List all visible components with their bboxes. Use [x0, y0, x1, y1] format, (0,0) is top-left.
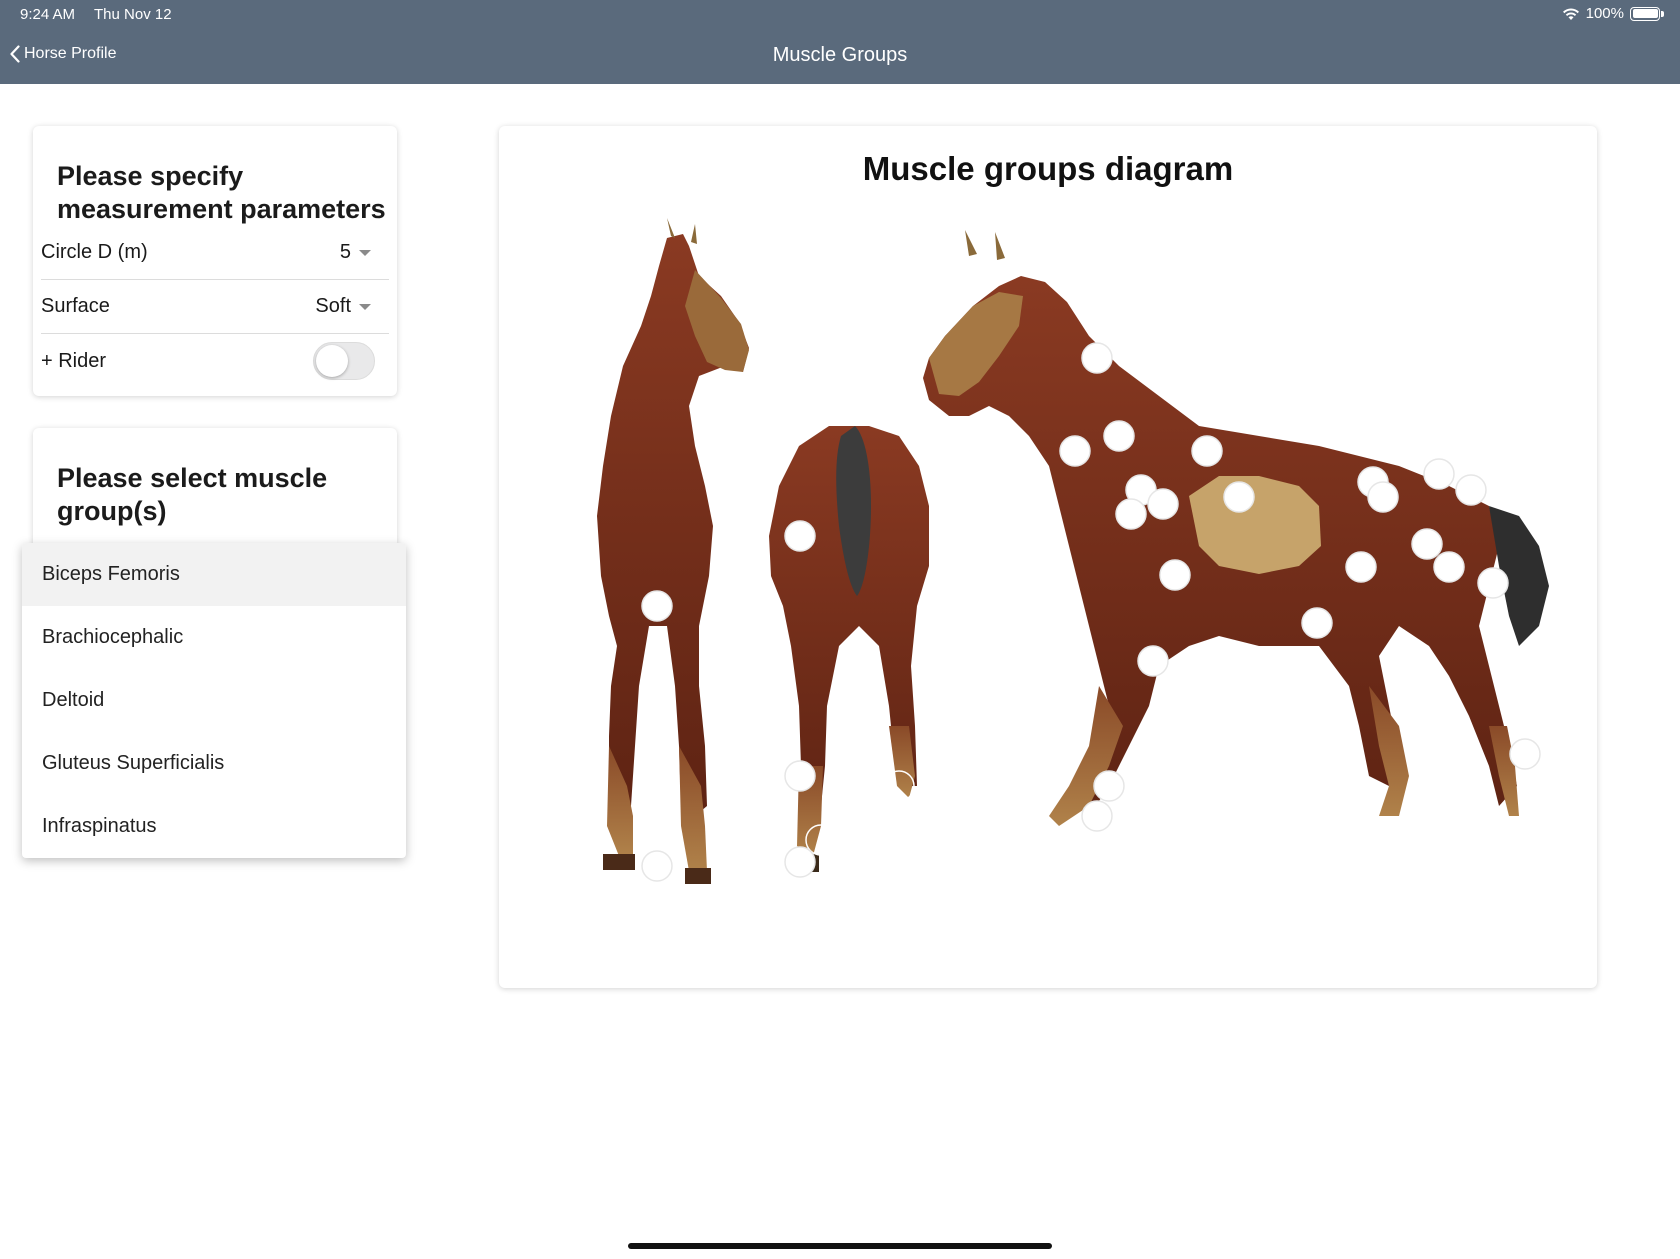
front-view-horse — [597, 218, 749, 884]
measurement-point[interactable] — [1159, 559, 1191, 591]
rider-toggle[interactable] — [313, 342, 375, 380]
measurement-point[interactable] — [784, 760, 816, 792]
circle-diameter-row[interactable]: Circle D (m) 5 — [41, 226, 389, 280]
menu-item-infraspinatus[interactable]: Infraspinatus — [22, 795, 406, 858]
rider-label: + Rider — [41, 349, 107, 372]
toggle-knob — [316, 345, 348, 377]
surface-value: Soft — [315, 295, 351, 317]
menu-item-deltoid[interactable]: Deltoid — [22, 669, 406, 732]
horse-anatomy-image — [597, 218, 1549, 884]
measurement-point[interactable] — [1477, 567, 1509, 599]
menu-item-brachiocephalic[interactable]: Brachiocephalic — [22, 606, 406, 669]
measurement-point[interactable] — [1093, 770, 1125, 802]
circle-diameter-value: 5 — [339, 241, 351, 263]
measurement-point[interactable] — [1115, 498, 1147, 530]
menu-item-gluteus-superficialis[interactable]: Gluteus Superficialis — [22, 732, 406, 795]
muscle-group-menu: Biceps Femoris Brachiocephalic Deltoid G… — [22, 543, 406, 858]
home-indicator — [628, 1243, 1052, 1249]
measurement-point[interactable] — [1059, 435, 1091, 467]
wifi-icon — [1562, 7, 1579, 20]
measurement-point[interactable] — [1345, 551, 1377, 583]
measurement-point[interactable] — [1103, 420, 1135, 452]
rider-row: + Rider — [41, 334, 389, 388]
menu-item-biceps-femoris[interactable]: Biceps Femoris — [22, 543, 406, 606]
measurement-point[interactable] — [1081, 342, 1113, 374]
measurement-point[interactable] — [784, 846, 816, 878]
measurement-point[interactable] — [1081, 800, 1113, 832]
measurement-parameters-card-body: Circle D (m) 5 Surface Soft + Rider — [33, 126, 397, 396]
status-date: Thu Nov 12 — [94, 6, 172, 23]
measurement-point[interactable] — [1455, 474, 1487, 506]
measurement-point[interactable] — [1411, 528, 1443, 560]
measurement-point[interactable] — [839, 776, 871, 808]
measurement-point[interactable] — [641, 590, 673, 622]
measurement-point[interactable] — [784, 520, 816, 552]
measurement-point[interactable] — [1191, 435, 1223, 467]
circle-diameter-label: Circle D (m) — [41, 241, 148, 263]
diagram-title: Muscle groups diagram — [862, 150, 1234, 187]
measurement-point[interactable] — [1301, 607, 1333, 639]
measurement-point[interactable] — [1509, 738, 1541, 770]
surface-row[interactable]: Surface Soft — [41, 280, 389, 334]
dropdown-arrow-icon — [359, 249, 371, 256]
measurement-point[interactable] — [1423, 458, 1455, 490]
battery-percent: 100% — [1585, 5, 1624, 22]
measurement-point[interactable] — [761, 824, 793, 856]
measurement-point[interactable] — [1367, 481, 1399, 513]
battery-icon — [1630, 6, 1664, 21]
surface-label: Surface — [41, 295, 110, 317]
measurement-point[interactable] — [1433, 551, 1465, 583]
page-title: Muscle Groups — [772, 44, 908, 66]
side-view-horse — [923, 230, 1549, 826]
measurement-point[interactable] — [1137, 645, 1169, 677]
muscle-group-card: Please select muscle group(s) — [33, 428, 397, 548]
muscle-group-heading: Please select muscle group(s) — [57, 463, 328, 526]
status-time: 9:24 AM — [20, 6, 76, 23]
measurement-point[interactable] — [641, 850, 673, 882]
circle-diameter-select[interactable]: 5 — [340, 241, 389, 264]
navigation-bar: 9:24 AM Thu Nov 12 100% Horse Profile Mu… — [0, 0, 1680, 84]
measurement-point[interactable] — [1147, 488, 1179, 520]
dropdown-arrow-icon — [359, 303, 371, 310]
measurement-point[interactable] — [1223, 481, 1255, 513]
surface-select[interactable]: Soft — [315, 295, 389, 318]
muscle-diagram-card: Muscle groups diagram — [499, 126, 1597, 988]
status-indicators: 100% — [1562, 5, 1664, 22]
